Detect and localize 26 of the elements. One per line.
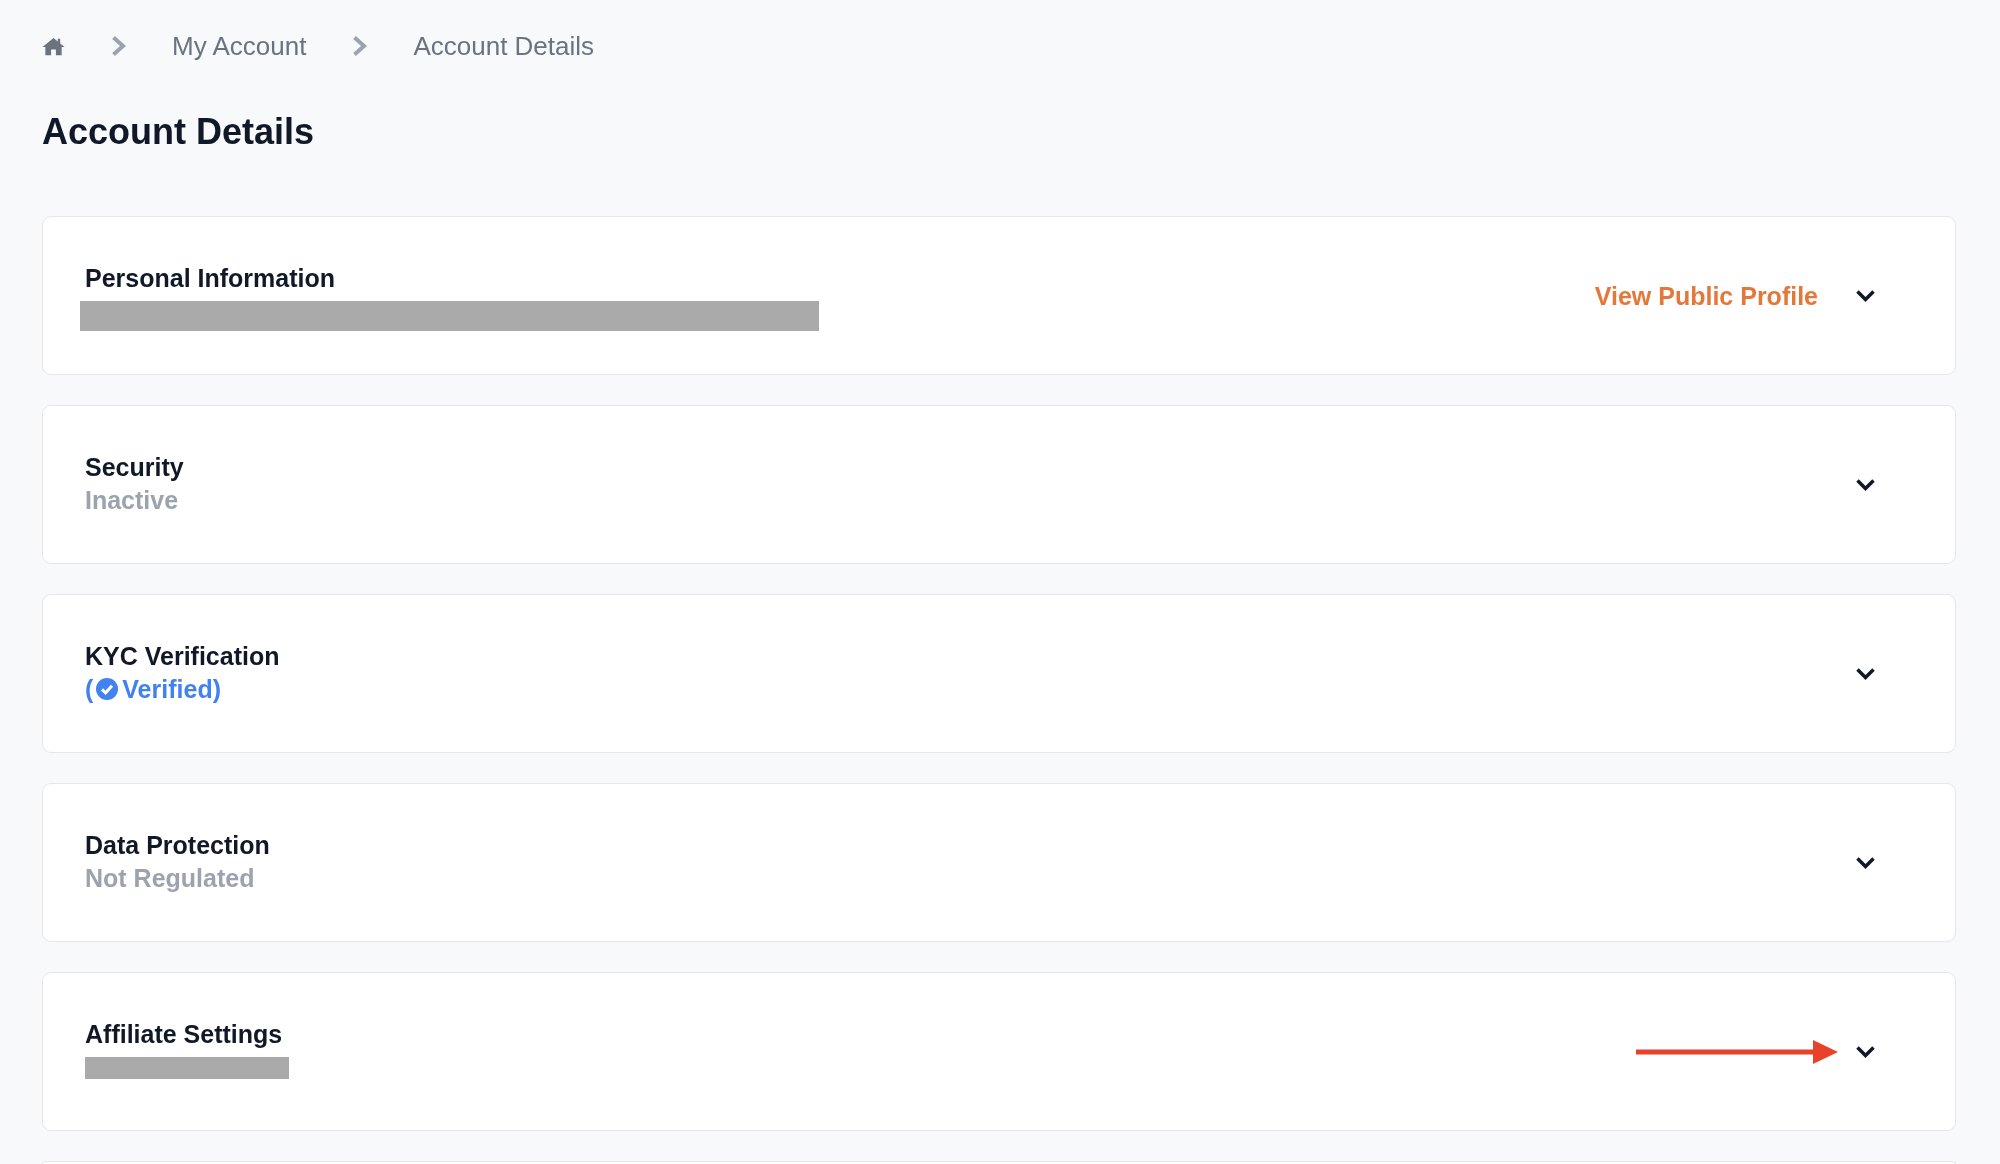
accordion-card[interactable]: Security Inactive (42, 405, 1956, 564)
accordion-card[interactable]: KYC Verification ( Verified) (42, 594, 1956, 753)
accordion-card[interactable]: Data Protection Not Regulated (42, 783, 1956, 942)
chevron-down-icon[interactable] (1856, 1045, 1875, 1058)
chevron-down-icon[interactable] (1856, 478, 1875, 491)
status-text: Not Regulated (85, 863, 255, 894)
breadcrumb-link[interactable]: My Account (172, 28, 307, 64)
chevron-down-icon[interactable] (1856, 667, 1875, 680)
status-text: Inactive (85, 485, 179, 516)
chevron-right-icon (352, 35, 368, 57)
section-title: Affiliate Settings (85, 1019, 283, 1050)
section-title: Security (85, 452, 184, 483)
page-title: Account Details (42, 110, 315, 154)
section-title: Data Protection (85, 830, 270, 861)
chevron-right-icon (111, 35, 126, 57)
chevron-down-icon[interactable] (1856, 856, 1875, 869)
home-icon[interactable] (42, 36, 65, 56)
section-title: Personal Information (85, 263, 336, 294)
accordion-card[interactable]: Affiliate Settings (42, 972, 1956, 1131)
section-title: KYC Verification (85, 641, 280, 672)
status-text: ( (85, 674, 94, 705)
status-text: Verified) (122, 674, 221, 705)
chevron-down-icon[interactable] (1856, 289, 1875, 302)
check-circle-icon (96, 678, 119, 700)
breadcrumb-current: Account Details (413, 30, 595, 63)
accordion-card[interactable]: Personal Information View Public Profile (42, 216, 1956, 375)
